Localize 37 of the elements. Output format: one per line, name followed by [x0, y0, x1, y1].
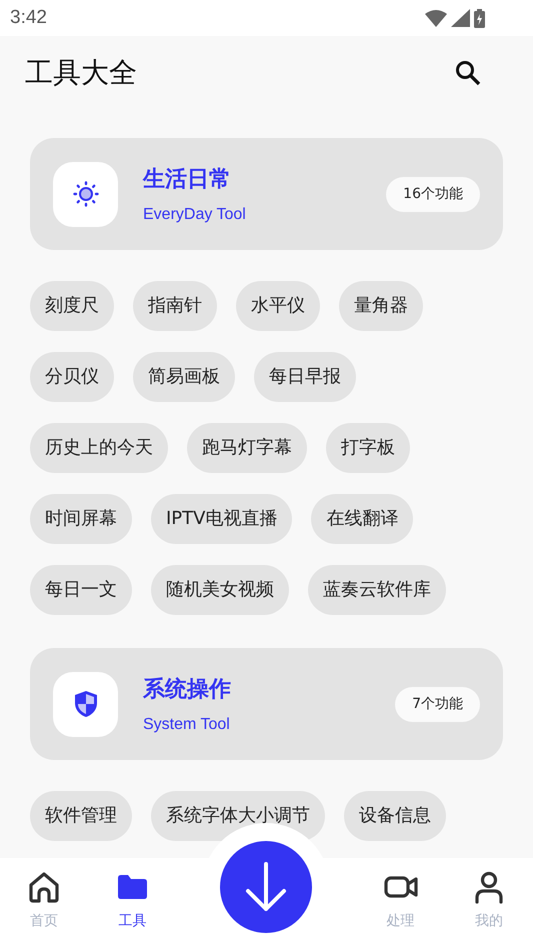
category-card[interactable]: 生活日常 EveryDay Tool 16个功能 [30, 138, 503, 250]
tool-chip[interactable]: 刻度尺 [30, 281, 114, 331]
category-subtitle: System Tool [143, 716, 231, 734]
tool-chip[interactable]: 每日一文 [30, 565, 132, 615]
tool-chip[interactable]: 每日早报 [254, 352, 356, 402]
category-subtitle: EveryDay Tool [143, 206, 247, 224]
category-title: 系统操作 [143, 676, 232, 704]
tool-chip[interactable]: 软件管理 [30, 791, 132, 841]
tool-chip[interactable]: 历史上的今天 [30, 423, 168, 473]
category-card[interactable]: 系统操作 System Tool 7个功能 [30, 648, 503, 760]
feature-count: 7个功能 [395, 686, 480, 722]
category-title: 生活日常 [143, 166, 232, 194]
tool-chip[interactable]: 跑马灯字幕 [187, 423, 307, 473]
page-title: 工具大全 [25, 55, 137, 91]
search-icon[interactable] [455, 60, 481, 86]
feature-count: 16个功能 [386, 176, 480, 212]
sun-icon [72, 181, 98, 207]
status-time: 3:42 [10, 7, 47, 29]
tool-chip[interactable]: 水平仪 [236, 281, 320, 331]
tool-chip[interactable]: 打字板 [326, 423, 410, 473]
shield-icon [74, 690, 98, 718]
tool-chip[interactable]: 在线翻译 [311, 494, 414, 544]
download-arrow-icon [244, 861, 288, 913]
signal-icon [451, 9, 470, 27]
tool-chip[interactable]: IPTV电视直播 [151, 494, 292, 544]
tool-chip[interactable]: 指南针 [133, 281, 217, 331]
tool-chip[interactable]: 设备信息 [344, 791, 446, 841]
nav-tab[interactable]: 工具 [88, 858, 176, 948]
tool-chip[interactable]: 分贝仪 [30, 352, 114, 402]
home-icon [27, 870, 62, 904]
battery-icon [474, 8, 485, 28]
tool-chip[interactable]: 时间屏幕 [30, 494, 132, 544]
tool-chip[interactable]: 量角器 [339, 281, 423, 331]
wifi-icon [425, 9, 447, 27]
tool-chip[interactable]: 蓝奏云软件库 [308, 565, 446, 615]
tool-chip[interactable]: 随机美女视频 [151, 565, 289, 615]
tool-chip[interactable]: 简易画板 [133, 352, 235, 402]
